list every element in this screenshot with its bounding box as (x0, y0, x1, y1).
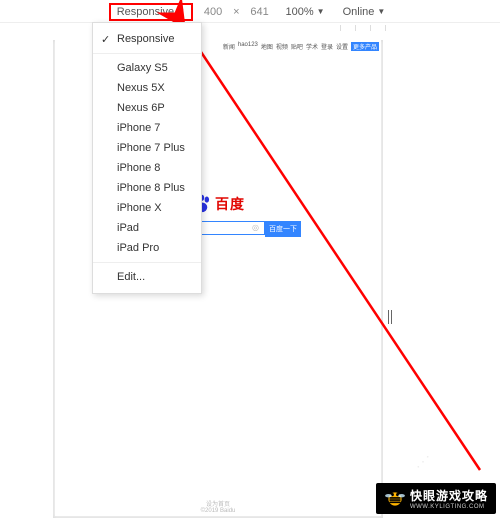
chevron-down-icon: ▼ (177, 7, 185, 16)
watermark: 快眼游戏攻略 WWW.KYLIGTING.COM (376, 483, 496, 514)
device-menu-item-ipad[interactable]: iPad (93, 218, 201, 238)
device-dropdown[interactable]: Responsive ▼ (109, 3, 193, 21)
menu-separator (93, 262, 201, 263)
breakpoints-bar (0, 22, 500, 32)
device-menu-item-iphone-7-plus[interactable]: iPhone 7 Plus (93, 138, 201, 158)
device-menu-item-ipad-pro[interactable]: iPad Pro (93, 238, 201, 258)
throttle-dropdown[interactable]: Online ▼ (337, 5, 392, 19)
watermark-url: WWW.KYLIGTING.COM (410, 504, 488, 510)
device-menu-item-nexus-6p[interactable]: Nexus 6P (93, 98, 201, 118)
height-input[interactable] (246, 6, 274, 18)
watermark-text: 快眼游戏攻略 WWW.KYLIGTING.COM (410, 487, 488, 510)
chevron-down-icon: ▼ (317, 7, 325, 16)
device-menu-item-iphone-x[interactable]: iPhone X (93, 198, 201, 218)
camera-icon[interactable]: ◎ (252, 223, 262, 233)
baidu-footer: 设为首页 ©2019 Baidu (55, 499, 381, 514)
topnav-link[interactable]: 贴吧 (291, 42, 303, 51)
width-input[interactable] (199, 6, 227, 18)
dimension-separator: × (233, 6, 239, 18)
device-menu-edit[interactable]: Edit... (93, 267, 201, 287)
baidu-brand-text: 百度 (215, 194, 245, 214)
chevron-down-icon: ▼ (377, 7, 385, 16)
device-menu-item-iphone-8-plus[interactable]: iPhone 8 Plus (93, 178, 201, 198)
device-menu-item-iphone-8[interactable]: iPhone 8 (93, 158, 201, 178)
topnav-more[interactable]: 更多产品 (351, 42, 379, 51)
device-menu-item-iphone-7[interactable]: iPhone 7 (93, 118, 201, 138)
device-menu-item-responsive[interactable]: Responsive (93, 29, 201, 49)
menu-separator (93, 53, 201, 54)
device-toolbar: Responsive ▼ × 100% ▼ Online ▼ (0, 0, 500, 20)
topnav-link[interactable]: 地图 (261, 42, 273, 51)
topnav-link[interactable]: 学术 (306, 42, 318, 51)
device-dropdown-label: Responsive (117, 6, 174, 18)
topnav-link[interactable]: 新闻 (223, 42, 235, 51)
zoom-dropdown[interactable]: 100% ▼ (280, 5, 331, 19)
search-button[interactable]: 百度一下 (265, 221, 301, 237)
device-menu: Responsive Galaxy S5 Nexus 5X Nexus 6P i… (92, 22, 202, 294)
device-menu-item-nexus-5x[interactable]: Nexus 5X (93, 78, 201, 98)
resize-handle-corner[interactable]: ⋰ (416, 453, 430, 470)
watermark-title: 快眼游戏攻略 (410, 487, 488, 504)
topnav-link[interactable]: hao123 (238, 42, 258, 51)
footer-line: 设为首页 (55, 499, 381, 508)
throttle-label: Online (343, 6, 375, 18)
bee-icon (384, 488, 406, 510)
footer-line: ©2019 Baidu (55, 508, 381, 514)
topnav-link[interactable]: 设置 (336, 42, 348, 51)
device-menu-item-galaxy-s5[interactable]: Galaxy S5 (93, 58, 201, 78)
topnav-link[interactable]: 视频 (276, 42, 288, 51)
zoom-label: 100% (286, 6, 314, 18)
topnav-link[interactable]: 登录 (321, 42, 333, 51)
